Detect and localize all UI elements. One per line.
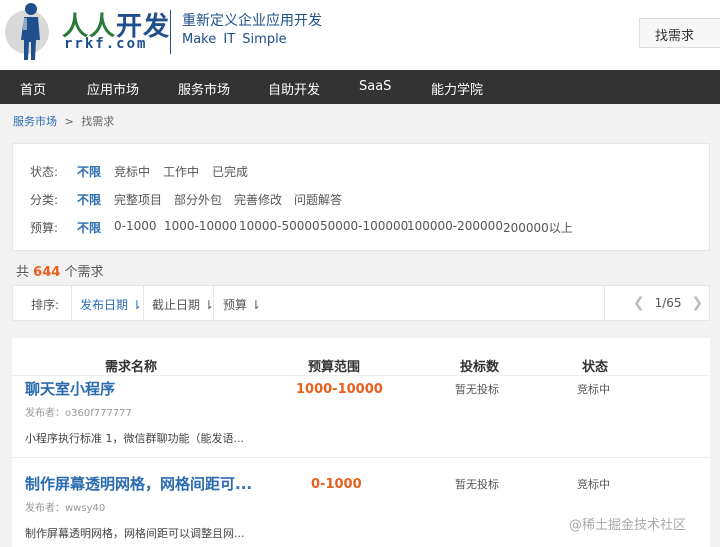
sort-by-budget[interactable]: 预算 ⇂ [223, 296, 261, 313]
filter-label-budget: 预算: [30, 221, 59, 235]
watermark: @稀土掘金技术社区 [569, 518, 687, 533]
item-bids: 暂无投标 [455, 383, 499, 396]
list-item-divider [12, 457, 710, 458]
item-publisher: 发布者：wwsy40 [25, 503, 106, 514]
result-count-value: 644 [33, 265, 61, 280]
filter-budget-0-1000[interactable]: 0-1000 [114, 219, 157, 233]
page-indicator: 1/65 [654, 296, 682, 310]
slogan-cn: 重新定义企业应用开发 [182, 13, 322, 29]
item-description: 小程序执行标准 1，微信群聊功能（能发语... [25, 432, 244, 445]
item-description: 制作屏幕透明网格，网格间距可以调整且网... [25, 527, 245, 540]
slogan-en: Make IT Simple [182, 32, 287, 47]
sort-by-deadline[interactable]: 截止日期 ⇂ [152, 296, 214, 313]
breadcrumb-parent[interactable]: 服务市场 [13, 115, 57, 128]
item-budget: 0-1000 [311, 477, 362, 492]
pager: ❮ 1/65 ❯ [633, 295, 703, 311]
item-budget: 1000-10000 [296, 382, 383, 397]
nav-item-service-market[interactable]: 服务市场 [178, 79, 230, 98]
filter-status-any[interactable]: 不限 [77, 163, 101, 180]
find-demand-button[interactable]: 找需求 [639, 18, 720, 48]
sort-divider [71, 286, 72, 320]
filter-category-partial[interactable]: 部分外包 [174, 191, 222, 208]
sort-bar: 排序: 发布日期 ⇂ 截止日期 ⇂ 预算 ⇂ ❮ 1/65 ❯ [12, 285, 710, 321]
item-bids: 暂无投标 [455, 478, 499, 491]
breadcrumb: 服务市场 > 找需求 [13, 113, 114, 129]
item-status: 竞标中 [577, 383, 610, 396]
sort-by-publish-date[interactable]: 发布日期 ⇂ [80, 296, 142, 313]
result-count: 共 644 个需求 [16, 265, 104, 280]
chevron-left-icon[interactable]: ❮ [633, 295, 645, 311]
filter-budget-50000-100000[interactable]: 50000-100000 [320, 219, 408, 233]
chevron-right-icon[interactable]: ❯ [691, 295, 703, 311]
filter-budget-100000-200000[interactable]: 100000-200000 [407, 219, 503, 233]
filter-category-improve[interactable]: 完善修改 [234, 191, 282, 208]
filter-budget-1000-10000[interactable]: 1000-10000 [164, 219, 237, 233]
filter-category-qa[interactable]: 问题解答 [294, 191, 342, 208]
nav-item-app-market[interactable]: 应用市场 [87, 79, 139, 98]
header-divider [170, 10, 171, 54]
nav-item-saas[interactable]: SaaS [359, 79, 391, 94]
item-title[interactable]: 制作屏幕透明网格，网格间距可... [25, 473, 252, 494]
sort-divider [604, 286, 605, 320]
filter-status-working[interactable]: 工作中 [163, 163, 199, 180]
filter-budget-any[interactable]: 不限 [77, 219, 101, 236]
filter-panel: 状态: 不限 竞标中 工作中 已完成 分类: 不限 完整项目 部分外包 完善修改… [12, 143, 710, 251]
filter-budget-10000-50000[interactable]: 10000-50000 [239, 219, 320, 233]
nav-item-home[interactable]: 首页 [20, 79, 46, 98]
filter-status-bidding[interactable]: 竞标中 [114, 163, 150, 180]
sort-label: 排序: [31, 298, 60, 312]
nav-item-self-dev[interactable]: 自助开发 [268, 79, 320, 98]
item-title[interactable]: 聊天室小程序 [25, 378, 115, 399]
filter-label-category: 分类: [30, 193, 59, 207]
filter-category-any[interactable]: 不限 [77, 191, 101, 208]
item-publisher: 发布者：o360f777777 [25, 408, 132, 419]
nav-item-academy[interactable]: 能力学院 [431, 79, 483, 98]
logo-figure-icon [5, 3, 49, 60]
list-header-divider [12, 375, 710, 376]
item-status: 竞标中 [577, 478, 610, 491]
filter-label-status: 状态: [30, 165, 59, 179]
filter-category-full-project[interactable]: 完整项目 [114, 191, 162, 208]
col-header-name: 需求名称 [105, 360, 158, 375]
col-header-status: 状态 [582, 360, 609, 375]
filter-budget-200000-plus[interactable]: 200000以上 [503, 219, 573, 236]
col-header-budget: 预算范围 [308, 360, 361, 375]
sort-divider [213, 286, 214, 320]
breadcrumb-separator: > [64, 115, 74, 128]
sort-divider [143, 286, 144, 320]
breadcrumb-current: 找需求 [81, 115, 115, 128]
col-header-bids: 投标数 [460, 360, 500, 375]
filter-status-done[interactable]: 已完成 [212, 163, 248, 180]
logo-domain: rrkf.com [64, 36, 148, 52]
main-nav: 首页 应用市场 服务市场 自助开发 SaaS 能力学院 [0, 70, 720, 104]
site-header: 人人开发 rrkf.com 重新定义企业应用开发 Make IT Simple … [0, 0, 720, 70]
